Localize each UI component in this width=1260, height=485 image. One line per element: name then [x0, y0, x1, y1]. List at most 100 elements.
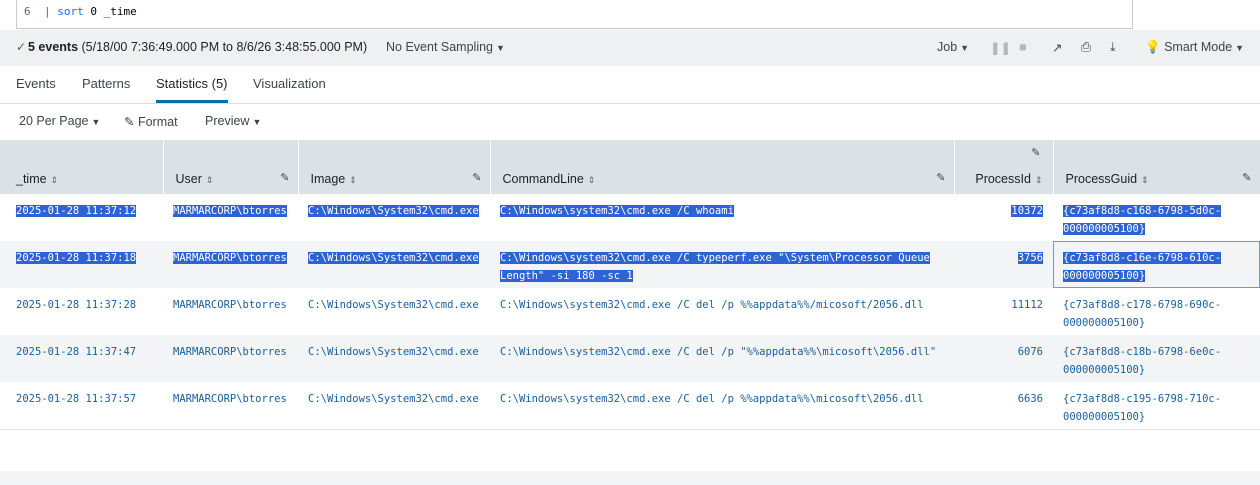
results-tabs: Events Patterns Statistics (5) Visualiza…: [0, 66, 1260, 104]
cell-text: C:\Windows\system32\cmd.exe /C whoami: [500, 205, 734, 217]
job-label: Job: [937, 40, 958, 54]
table-row: 2025-01-28 11:37:47 MARMARCORP\btorres C…: [0, 335, 1260, 382]
cell-text: MARMARCORP\btorres: [173, 205, 287, 217]
statistics-table: _time ⇕ User ⇕ ✎ Image ⇕ ✎ CommandLine ⇕ ✎ Proc…: [0, 140, 1260, 430]
pause-icon[interactable]: ❚❚: [990, 40, 1011, 55]
cell-processguid[interactable]: {c73af8d8-c178-6798-690c- 000000005100}: [1053, 288, 1260, 335]
export-icon[interactable]: ⤓: [1110, 40, 1116, 55]
cell-text: 000000005100}: [1063, 411, 1146, 423]
pencil-icon[interactable]: ✎: [280, 171, 289, 184]
cell-processguid[interactable]: {c73af8d8-c168-6798-5d0c- 000000005100}: [1053, 194, 1260, 241]
cell-time[interactable]: 2025-01-28 11:37:12: [0, 194, 163, 241]
tab-patterns[interactable]: Patterns: [82, 76, 130, 91]
cell-processid[interactable]: 11112: [954, 288, 1053, 335]
tab-visualization[interactable]: Visualization: [253, 76, 326, 91]
chevron-down-icon: ▼: [1235, 43, 1245, 53]
cell-processid[interactable]: 3756: [954, 241, 1053, 288]
cell-time[interactable]: 2025-01-28 11:37:28: [0, 288, 163, 335]
cell-commandline[interactable]: C:\Windows\system32\cmd.exe /C del /p "%…: [490, 335, 954, 382]
sort-icon[interactable]: ⇕: [51, 175, 59, 185]
cell-commandline[interactable]: C:\Windows\system32\cmd.exe /C del /p %%…: [490, 288, 954, 335]
cell-time[interactable]: 2025-01-28 11:37:57: [0, 382, 163, 430]
pencil-icon[interactable]: ✎: [1031, 146, 1040, 159]
cell-user[interactable]: MARMARCORP\btorres: [163, 288, 298, 335]
event-sampling-label: No Event Sampling: [386, 40, 494, 54]
cell-time[interactable]: 2025-01-28 11:37:47: [0, 335, 163, 382]
cell-text: 000000005100}: [1063, 270, 1146, 282]
cell-user[interactable]: MARMARCORP\btorres: [163, 241, 298, 288]
cell-image[interactable]: C:\Windows\System32\cmd.exe: [298, 382, 490, 430]
preview-dropdown[interactable]: Preview ▼: [205, 114, 261, 128]
cell-image[interactable]: C:\Windows\System32\cmd.exe: [298, 194, 490, 241]
table-row: 2025-01-28 11:37:12 MARMARCORP\btorres C…: [0, 194, 1260, 241]
per-page-dropdown[interactable]: 20 Per Page ▼: [19, 114, 100, 128]
table-row: 2025-01-28 11:37:28 MARMARCORP\btorres C…: [0, 288, 1260, 335]
tab-events[interactable]: Events: [16, 76, 56, 91]
query-command: sort: [57, 5, 84, 18]
cell-processguid[interactable]: {c73af8d8-c18b-6798-6e0c- 000000005100}: [1053, 335, 1260, 382]
column-header-image[interactable]: Image ⇕ ✎: [298, 140, 491, 194]
lightbulb-icon: 💡: [1145, 40, 1161, 54]
pencil-icon[interactable]: ✎: [1242, 171, 1251, 184]
cell-text: {c73af8d8-c178-6798-690c-: [1063, 299, 1222, 311]
query-text[interactable]: | sort 0 _time: [44, 5, 137, 18]
job-status-bar: ✓ 5 events (5/18/00 7:36:49.000 PM to 8/…: [0, 30, 1260, 66]
preview-label: Preview: [205, 114, 250, 128]
job-menu[interactable]: Job ▼: [937, 40, 969, 54]
cell-processguid[interactable]: {c73af8d8-c16e-6798-610c- 000000005100}: [1053, 241, 1260, 288]
column-header-time[interactable]: _time ⇕: [0, 140, 164, 194]
smart-mode-dropdown[interactable]: 💡 Smart Mode ▼: [1145, 40, 1244, 55]
cell-image[interactable]: C:\Windows\System32\cmd.exe: [298, 241, 490, 288]
chevron-down-icon: ▼: [252, 117, 262, 127]
cell-text: C:\Windows\System32\cmd.exe: [308, 252, 479, 264]
sort-icon[interactable]: ⇕: [588, 175, 596, 185]
page-footer: [0, 471, 1260, 485]
tab-statistics[interactable]: Statistics (5): [156, 76, 228, 103]
share-icon[interactable]: ↗: [1052, 40, 1062, 55]
table-row: 2025-01-28 11:37:57 MARMARCORP\btorres C…: [0, 382, 1260, 430]
cell-user[interactable]: MARMARCORP\btorres: [163, 335, 298, 382]
query-pipe: |: [44, 5, 51, 18]
cell-processguid[interactable]: {c73af8d8-c195-6798-710c- 000000005100}: [1053, 382, 1260, 430]
column-header-processid[interactable]: ProcessId ⇕ ✎: [954, 140, 1054, 194]
chevron-down-icon: ▼: [91, 117, 101, 127]
sort-icon[interactable]: ⇕: [1035, 175, 1043, 185]
column-label: User: [175, 172, 202, 186]
column-header-commandline[interactable]: CommandLine ⇕ ✎: [490, 140, 955, 194]
stop-icon[interactable]: ■: [1019, 40, 1027, 54]
sort-icon[interactable]: ⇕: [1141, 175, 1149, 185]
cell-image[interactable]: C:\Windows\System32\cmd.exe: [298, 335, 490, 382]
cell-text: MARMARCORP\btorres: [173, 252, 287, 264]
cell-processid[interactable]: 6636: [954, 382, 1053, 430]
cell-time[interactable]: 2025-01-28 11:37:18: [0, 241, 163, 288]
cell-processid[interactable]: 10372: [954, 194, 1053, 241]
column-label: Image: [310, 172, 346, 186]
cell-image[interactable]: C:\Windows\System32\cmd.exe: [298, 288, 490, 335]
sort-icon[interactable]: ⇕: [349, 175, 357, 185]
column-header-processguid[interactable]: ProcessGuid ⇕ ✎: [1053, 140, 1260, 194]
cell-text: 000000005100}: [1063, 364, 1146, 376]
search-query-editor[interactable]: 6 | sort 0 _time: [16, 0, 1133, 29]
query-args: 0 _time: [83, 5, 137, 18]
cell-commandline[interactable]: C:\Windows\system32\cmd.exe /C del /p %%…: [490, 382, 954, 430]
cell-text: Length" -si 180 -sc 1: [500, 270, 633, 282]
column-header-user[interactable]: User ⇕ ✎: [163, 140, 299, 194]
chevron-down-icon: ▼: [960, 43, 970, 53]
cell-text: 2025-01-28 11:37:12: [16, 205, 137, 217]
pencil-icon[interactable]: ✎: [936, 171, 945, 184]
format-button[interactable]: ✎ Format: [124, 114, 178, 129]
results-toolbar: 20 Per Page ▼ ✎ Format Preview ▼: [0, 104, 1260, 140]
cell-text: {c73af8d8-c168-6798-5d0c-: [1063, 205, 1222, 217]
cell-commandline[interactable]: C:\Windows\system32\cmd.exe /C typeperf.…: [490, 241, 954, 288]
cell-processid[interactable]: 6076: [954, 335, 1053, 382]
event-sampling-dropdown[interactable]: No Event Sampling ▼: [386, 40, 505, 54]
per-page-label: 20 Per Page: [19, 114, 89, 128]
format-label: Format: [137, 115, 178, 129]
cell-user[interactable]: MARMARCORP\btorres: [163, 194, 298, 241]
pencil-icon[interactable]: ✎: [472, 171, 481, 184]
time-range: (5/18/00 7:36:49.000 PM to 8/6/26 3:48:5…: [81, 40, 368, 54]
cell-commandline[interactable]: C:\Windows\system32\cmd.exe /C whoami: [490, 194, 954, 241]
sort-icon[interactable]: ⇕: [206, 175, 214, 185]
print-icon[interactable]: ⎙: [1081, 40, 1091, 55]
cell-user[interactable]: MARMARCORP\btorres: [163, 382, 298, 430]
